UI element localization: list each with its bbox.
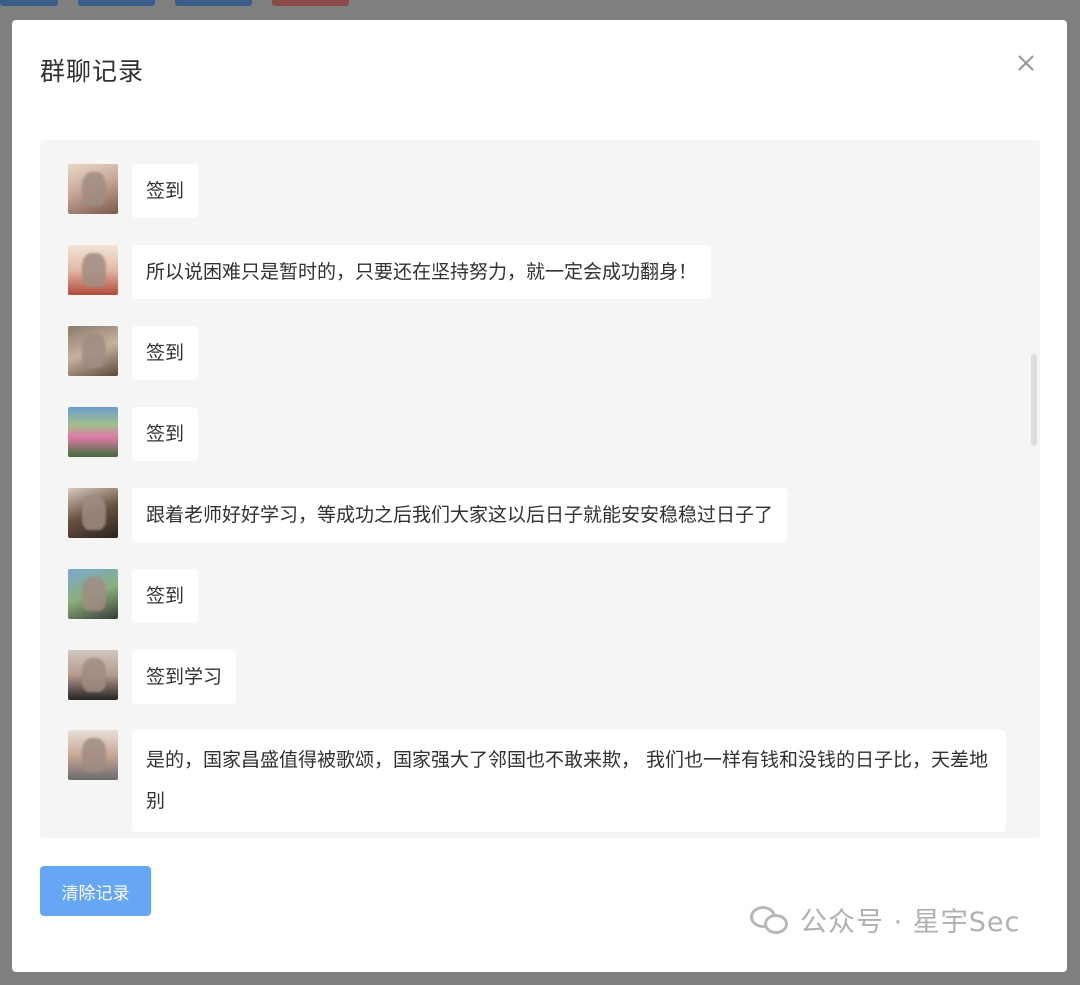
message-bubble: 签到学习 xyxy=(132,650,237,704)
message-bubble: 签到 xyxy=(132,164,199,218)
background-button-1 xyxy=(0,0,58,6)
user-avatar xyxy=(68,407,118,457)
message-bubble: 跟着老师好好学习，等成功之后我们大家这以后日子就能安安稳稳过日子了 xyxy=(132,488,788,542)
background-button-4 xyxy=(272,0,349,6)
watermark-text: 公众号 · 星宇Sec xyxy=(800,907,1021,938)
user-avatar xyxy=(68,650,118,700)
chat-history-dialog: 群聊记录 签到 所以说困难只是暂时的，只要还在坚持努力，就一定会成功翻身！ 签到… xyxy=(12,20,1067,972)
background-button-3 xyxy=(175,0,252,6)
message-bubble: 是的，国家昌盛值得被歌颂，国家强大了邻国也不敢来欺， 我们也一样有钱和没钱的日子… xyxy=(132,730,1006,832)
message-bubble: 所以说困难只是暂时的，只要还在坚持努力，就一定会成功翻身！ xyxy=(132,245,712,299)
chat-message: 签到 xyxy=(68,407,199,461)
message-bubble: 签到 xyxy=(132,326,199,380)
user-avatar xyxy=(68,245,118,295)
chat-message: 是的，国家昌盛值得被歌颂，国家强大了邻国也不敢来欺， 我们也一样有钱和没钱的日子… xyxy=(68,730,1006,832)
watermark: 公众号 · 星宇Sec xyxy=(750,900,1020,939)
user-avatar xyxy=(68,730,118,780)
chat-message: 签到 xyxy=(68,569,199,623)
chat-message-list[interactable]: 签到 所以说困难只是暂时的，只要还在坚持努力，就一定会成功翻身！ 签到 签到 跟… xyxy=(40,140,1040,838)
user-avatar xyxy=(68,488,118,538)
clear-history-button[interactable]: 清除记录 xyxy=(40,866,151,916)
chat-message: 跟着老师好好学习，等成功之后我们大家这以后日子就能安安稳稳过日子了 xyxy=(68,488,788,542)
chat-message: 签到 xyxy=(68,326,199,380)
user-avatar xyxy=(68,569,118,619)
message-bubble: 签到 xyxy=(132,407,199,461)
chat-message: 签到 xyxy=(68,164,199,218)
dialog-title: 群聊记录 xyxy=(40,57,145,86)
chat-message: 所以说困难只是暂时的，只要还在坚持努力，就一定会成功翻身！ xyxy=(68,245,712,299)
message-bubble: 签到 xyxy=(132,569,199,623)
user-avatar xyxy=(68,326,118,376)
user-avatar xyxy=(68,164,118,214)
wechat-icon xyxy=(750,904,790,936)
chat-message: 签到学习 xyxy=(68,650,237,704)
scrollbar-thumb[interactable] xyxy=(1031,354,1037,446)
background-button-2 xyxy=(78,0,155,6)
close-icon[interactable] xyxy=(1015,52,1037,74)
